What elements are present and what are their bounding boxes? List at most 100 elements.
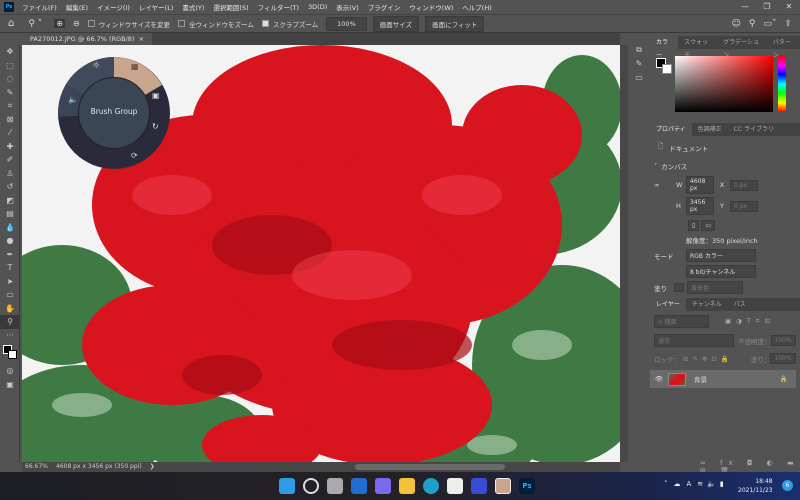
layer-filter-select[interactable]: ⚲ 種類 <box>654 315 709 328</box>
frame-tool-icon[interactable]: ⊠ <box>0 113 20 127</box>
zoom-tool-preset-icon[interactable]: ⚲ ˅ <box>28 19 42 29</box>
tab-gradients[interactable]: グラデーション <box>717 36 767 59</box>
blur-tool-icon[interactable]: 💧 <box>0 221 20 235</box>
fit-screen-button[interactable]: 画面にフィット <box>425 15 485 32</box>
tab-swatches[interactable]: スウォッチ <box>678 36 717 59</box>
eyedropper-tool-icon[interactable]: ⁄ <box>0 126 20 140</box>
menu-3d[interactable]: 3D(D) <box>308 3 327 11</box>
visibility-eye-icon[interactable]: 👁 <box>650 375 668 383</box>
fit-size-button[interactable]: 画面サイズ <box>372 15 420 32</box>
tab-layers[interactable]: レイヤー <box>650 298 686 311</box>
lock-icons[interactable]: ⊞✎✥⊡🔒 <box>683 355 733 363</box>
pen-tool-icon[interactable]: ✒ <box>0 248 20 262</box>
more-tools-icon[interactable]: ··· <box>0 329 20 343</box>
adjust-icon[interactable]: ✎ <box>630 59 648 73</box>
tab-adjustments[interactable]: 色調補正 <box>692 123 728 136</box>
menu-window[interactable]: ウィンドウ(W) <box>409 2 453 12</box>
app2-icon[interactable] <box>495 478 511 494</box>
minimize-button[interactable]: — <box>734 0 756 14</box>
close-tab-icon[interactable]: × <box>139 35 144 43</box>
zoom-tool-icon[interactable]: ⚲ <box>0 315 20 329</box>
mode-select[interactable]: RGB カラー <box>686 249 756 262</box>
opacity-field[interactable]: 100% <box>770 335 796 346</box>
hue-slider[interactable] <box>778 56 786 112</box>
menu-filter[interactable]: フィルター(T) <box>258 2 299 12</box>
document-tab[interactable]: PA270012.JPG @ 66.7% (RGB/8) × <box>22 33 153 45</box>
scrubby-zoom-checkbox[interactable]: スクラブズーム <box>261 19 318 29</box>
restore-button[interactable]: ❐ <box>756 0 778 14</box>
screen-mode-icon[interactable]: ▣ <box>0 378 20 392</box>
brush-tool-icon[interactable]: ✐ <box>0 153 20 167</box>
color-swatches-icon[interactable] <box>0 342 20 364</box>
refresh-icon[interactable]: ⟳ <box>131 151 138 160</box>
zoom-level[interactable]: 66.67% <box>22 462 52 472</box>
workspace-icon[interactable]: ▭˅ <box>763 19 776 29</box>
layer-filter-icons[interactable]: ▣◑T⌗⊡ <box>725 317 775 326</box>
x-field[interactable]: 0 px <box>730 179 758 191</box>
menu-edit[interactable]: 編集(E) <box>66 2 88 12</box>
radial-menu[interactable]: Brush Group ☼ ▦ ▣ ↻ ⟳ 🔈 <box>58 57 170 169</box>
quick-mask-icon[interactable]: ◎ <box>0 364 20 378</box>
healing-tool-icon[interactable]: ✚ <box>0 140 20 154</box>
task-view-icon[interactable] <box>327 478 343 494</box>
edge-icon[interactable] <box>423 478 439 494</box>
resize-windows-checkbox[interactable]: ウィンドウサイズを変更 <box>87 19 170 29</box>
tab-properties[interactable]: プロパティ <box>650 123 692 136</box>
zoom-all-checkbox[interactable]: 全ウィンドウをズーム <box>178 19 254 29</box>
horizontal-scrollbar[interactable] <box>354 464 505 470</box>
store-icon[interactable] <box>447 478 463 494</box>
hand-tool-icon[interactable]: ✋ <box>0 302 20 316</box>
menu-layer[interactable]: レイヤー(L) <box>139 2 174 12</box>
zoom-in-icon[interactable]: ⊕ <box>54 19 66 28</box>
zoom-100-button[interactable]: 100% <box>326 16 367 31</box>
search-icon[interactable]: ⚲ <box>749 19 756 29</box>
layer-actions[interactable]: ∞ fx ◘ ◐ ▬ ⊞ 🗑 <box>700 459 800 475</box>
menu-plugins[interactable]: プラグイン <box>368 2 401 12</box>
menu-type[interactable]: 書式(Y) <box>182 2 204 12</box>
shape-tool-icon[interactable]: ▭ <box>0 288 20 302</box>
link-icon[interactable]: ∞ <box>654 181 676 189</box>
start-icon[interactable] <box>279 478 295 494</box>
fill-select[interactable]: 背景色 <box>687 281 743 294</box>
tab-color[interactable]: カラー <box>650 36 679 59</box>
comment-icon[interactable]: ▭ <box>630 73 648 87</box>
layer-fill-field[interactable]: 100% <box>770 353 796 364</box>
clock[interactable]: 18:48 2021/11/23 <box>738 477 773 495</box>
history-icon[interactable]: ⧉ <box>630 45 648 59</box>
grid-icon[interactable]: ▦ <box>131 62 139 71</box>
background-color[interactable] <box>662 64 672 74</box>
path-select-tool-icon[interactable]: ➤ <box>0 275 20 289</box>
rotate-icon[interactable]: ↻ <box>152 122 159 131</box>
move-tool-icon[interactable]: ✥ <box>0 45 20 59</box>
brightness-icon[interactable]: ☼ <box>92 61 100 71</box>
share-icon[interactable]: ⇪ <box>784 19 792 29</box>
menu-help[interactable]: ヘルプ(H) <box>462 2 491 12</box>
notification-badge[interactable]: 6 <box>782 480 793 491</box>
marquee-tool-icon[interactable]: ⬚ <box>0 59 20 73</box>
account-icon[interactable]: ☺ <box>731 19 740 29</box>
canvas-section-title[interactable]: カンバス <box>661 161 687 171</box>
tray-chevron-icon[interactable]: ˄ <box>664 480 668 488</box>
gradient-tool-icon[interactable]: ▤ <box>0 207 20 221</box>
widgets-icon[interactable] <box>351 478 367 494</box>
battery-icon[interactable]: ▮ <box>720 480 724 488</box>
tab-cc-libraries[interactable]: CC ライブラリ <box>728 123 780 136</box>
menu-view[interactable]: 表示(V) <box>336 2 359 12</box>
home-icon[interactable]: ⌂ <box>8 18 14 29</box>
landscape-icon[interactable]: ▭ <box>701 220 715 231</box>
tab-channels[interactable]: チャンネル <box>686 298 728 311</box>
close-button[interactable]: ✕ <box>778 0 800 14</box>
tab-patterns[interactable]: パターン <box>767 36 800 59</box>
portrait-icon[interactable]: ▯ <box>688 220 700 231</box>
stamp-tool-icon[interactable]: ♙ <box>0 167 20 181</box>
vertical-scrollbar[interactable] <box>620 45 628 462</box>
width-field[interactable]: 4608 px <box>686 176 714 194</box>
menu-image[interactable]: イメージ(I) <box>97 2 130 12</box>
y-field[interactable]: 0 px <box>730 200 758 212</box>
search-taskbar-icon[interactable] <box>303 478 319 494</box>
volume-icon[interactable]: 🔈 <box>68 95 78 104</box>
bit-depth-select[interactable]: 8 bit/チャンネル <box>686 265 756 278</box>
history-brush-icon[interactable]: ↺ <box>0 180 20 194</box>
fill-swatch[interactable] <box>674 283 684 292</box>
volume-tray-icon[interactable]: 🔈 <box>707 480 716 488</box>
